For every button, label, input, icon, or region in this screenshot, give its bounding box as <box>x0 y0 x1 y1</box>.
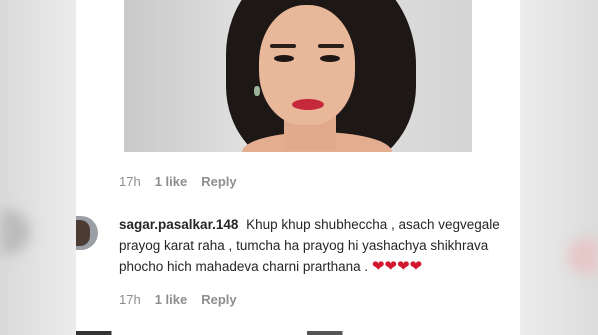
comments-panel: 17h 1 like Reply sagar.pasalkar.148 Khup… <box>76 0 520 335</box>
heart-icon: ❤ <box>371 258 385 275</box>
photo-lips <box>292 99 324 110</box>
photo-brow-left <box>270 44 296 48</box>
comment-reply-button[interactable]: Reply <box>201 292 236 307</box>
post-photo <box>124 0 472 152</box>
post-likes-link[interactable]: 1 like <box>155 174 188 189</box>
comment-time: 17h <box>119 292 141 307</box>
photo-brow-right <box>318 44 344 48</box>
post-time: 17h <box>119 174 141 189</box>
avatar[interactable] <box>76 216 98 250</box>
comment-meta-row: 17h 1 like Reply <box>119 292 237 307</box>
right-blur-smudge <box>568 238 598 274</box>
photo-eye-left <box>274 55 294 62</box>
comment-username-link[interactable]: sagar.pasalkar.148 <box>119 217 238 232</box>
comment-likes-link[interactable]: 1 like <box>155 292 188 307</box>
heart-icon: ❤ <box>384 258 398 275</box>
comment-text-line3: phocho hich mahadeva charni prarthana . <box>119 259 369 274</box>
post-reply-button[interactable]: Reply <box>201 174 236 189</box>
next-comment-edge <box>76 331 520 335</box>
right-background-blur <box>520 0 598 335</box>
left-blur-smudge <box>0 210 30 254</box>
heart-icon: ❤ <box>409 258 423 275</box>
comment-body: sagar.pasalkar.148 Khup khup shubheccha … <box>119 214 517 277</box>
comment-text-line2: prayog karat raha , tumcha ha prayog hi … <box>119 238 489 253</box>
post-meta-row: 17h 1 like Reply <box>119 174 237 189</box>
photo-earring <box>254 86 260 96</box>
left-background-blur <box>0 0 76 335</box>
avatar-image <box>76 220 90 246</box>
heart-icon: ❤ <box>397 258 410 275</box>
comment-text-line1: Khup khup shubheccha , asach vegvegale <box>246 217 500 232</box>
photo-eye-right <box>320 55 340 62</box>
